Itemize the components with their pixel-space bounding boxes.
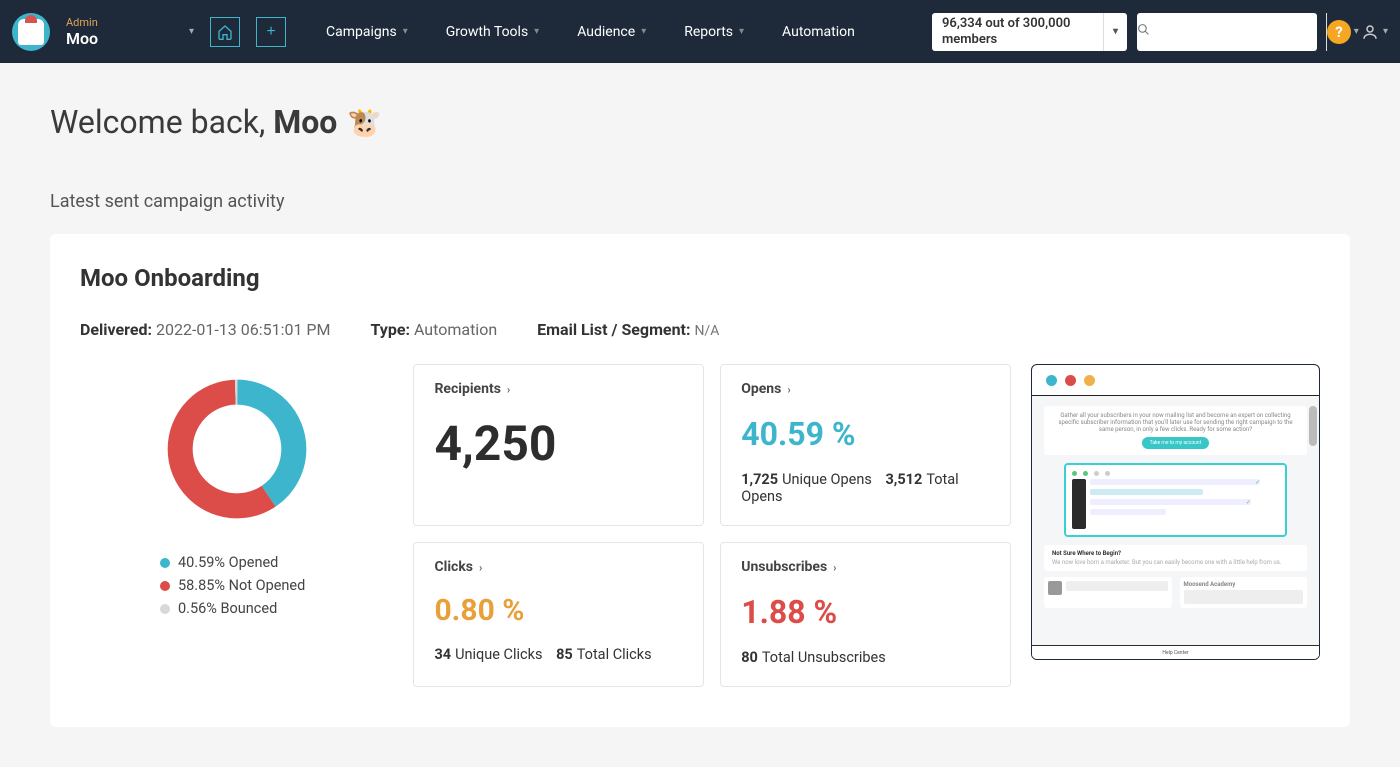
legend-dot-not-opened (160, 581, 170, 591)
nav-items: Campaigns▾ Growth Tools▾ Audience▾ Repor… (326, 24, 855, 40)
main-content: Welcome back, Moo 🐮 Latest sent campaign… (0, 63, 1400, 767)
stat-unsubs-head[interactable]: Unsubscribes› (741, 559, 990, 575)
chevron-right-icon: › (787, 383, 790, 396)
chevron-right-icon: › (507, 383, 510, 396)
preview-winbar (1032, 365, 1319, 395)
preview-section-title: Not Sure Where to Begin? (1052, 550, 1121, 557)
home-button[interactable] (210, 17, 240, 47)
stat-clicks-head[interactable]: Clicks› (434, 559, 683, 575)
chevron-down-icon: ▾ (739, 26, 744, 37)
section-label: Latest sent campaign activity (50, 191, 1350, 212)
chevron-down-icon: ▾ (641, 26, 646, 37)
welcome-heading: Welcome back, Moo 🐮 (50, 103, 1350, 141)
chevron-right-icon: › (479, 561, 482, 574)
window-dot-icon (1084, 375, 1095, 386)
search-box: All▾ (1137, 13, 1317, 51)
user-icon (1361, 23, 1379, 41)
campaign-title: Moo Onboarding (80, 264, 1320, 292)
preview-academy-label: Moosend Academy (1184, 581, 1236, 588)
org-name: Moo (66, 29, 98, 48)
chevron-down-icon: ▾ (1103, 13, 1127, 51)
campaign-meta: Delivered: 2022-01-13 06:51:01 PM Type: … (80, 320, 1320, 339)
window-dot-icon (1046, 375, 1057, 386)
stat-recipients-head[interactable]: Recipients› (434, 381, 683, 397)
campaign-card: Moo Onboarding Delivered: 2022-01-13 06:… (50, 234, 1350, 727)
new-button[interactable]: + (256, 17, 286, 47)
preview-cta: Take me to my account (1142, 437, 1210, 449)
plus-icon: + (266, 23, 275, 41)
search-icon (1137, 23, 1150, 40)
unsubs-pct: 1.88 % (741, 593, 990, 631)
help-button[interactable]: ? (1327, 20, 1351, 44)
email-preview[interactable]: Gather all your subscribers in your now … (1031, 364, 1320, 660)
stat-opens-head[interactable]: Opens› (741, 381, 990, 397)
chevron-down-icon: ▾ (1354, 26, 1359, 37)
stat-recipients: Recipients› 4,250 (413, 364, 704, 526)
stat-clicks: Clicks› 0.80 % 34Unique Clicks 85Total C… (413, 542, 704, 687)
stats-grid: Recipients› 4,250 Opens› 40.59 % 1,725Un… (413, 364, 1011, 687)
donut-chart (162, 374, 312, 524)
stat-opens: Opens› 40.59 % 1,725Unique Opens 3,512To… (720, 364, 1011, 526)
clicks-pct: 0.80 % (434, 593, 683, 628)
nav-reports[interactable]: Reports▾ (684, 24, 744, 40)
nav-growth-tools[interactable]: Growth Tools▾ (446, 24, 539, 40)
chevron-down-icon: ▾ (189, 26, 194, 37)
chevron-right-icon: › (833, 561, 836, 574)
preview-hero-text: Gather all your subscribers in your now … (1052, 412, 1299, 433)
member-count-text: 96,334 out of 300,000 members (932, 16, 1103, 47)
recipients-value: 4,250 (434, 415, 683, 472)
chevron-down-icon: ▾ (534, 26, 539, 37)
stat-unsubscribes: Unsubscribes› 1.88 % 80Total Unsubscribe… (720, 542, 1011, 687)
legend-dot-bounced (160, 604, 170, 614)
donut-chart-column: 40.59% Opened 58.85% Not Opened 0.56% Bo… (80, 364, 393, 623)
home-icon (217, 24, 233, 40)
cow-icon: 🐮 (347, 106, 382, 139)
chevron-down-icon: ▾ (1383, 26, 1388, 37)
window-dot-icon (1065, 375, 1076, 386)
logo[interactable] (12, 13, 50, 51)
nav-campaigns[interactable]: Campaigns▾ (326, 24, 408, 40)
chevron-down-icon: ▾ (403, 26, 408, 37)
preview-scrollbar (1309, 406, 1317, 446)
org-switcher[interactable]: Admin Moo ▾ (60, 16, 200, 48)
nav-automation[interactable]: Automation (782, 24, 855, 40)
role-label: Admin (66, 16, 98, 29)
donut-legend: 40.59% Opened 58.85% Not Opened 0.56% Bo… (80, 554, 305, 623)
account-menu[interactable]: ▾ (1361, 23, 1388, 41)
preview-help-center: Help Center (1032, 645, 1319, 659)
top-nav: Admin Moo ▾ + Campaigns▾ Growth Tools▾ A… (0, 0, 1400, 63)
legend-dot-opened (160, 558, 170, 568)
nav-audience[interactable]: Audience▾ (577, 24, 646, 40)
search-input[interactable] (1150, 24, 1326, 39)
member-count-dropdown[interactable]: 96,334 out of 300,000 members ▾ (932, 13, 1127, 51)
opens-pct: 40.59 % (741, 415, 990, 453)
